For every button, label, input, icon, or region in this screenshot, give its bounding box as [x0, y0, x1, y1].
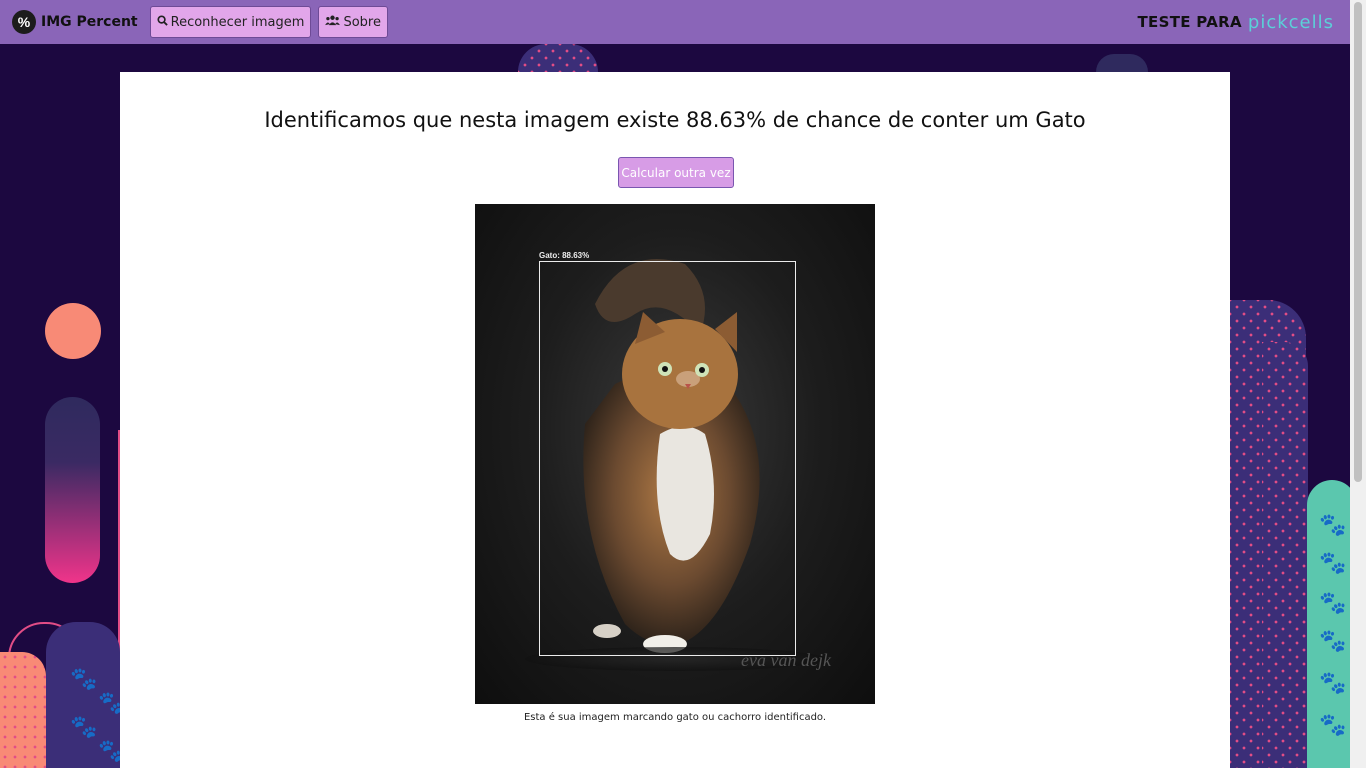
calculate-again-button[interactable]: Calcular outra vez [618, 157, 734, 188]
scrollbar-thumb[interactable] [1354, 2, 1362, 482]
decorative-dotted-pill-right-2 [1262, 342, 1308, 768]
teste-para-label: TESTE PARA [1137, 13, 1242, 31]
decorative-coral-dotted-pill [0, 652, 46, 768]
decorative-bump-top-right [1096, 54, 1148, 72]
about-label: Sobre [343, 14, 381, 30]
decorative-coral-circle [45, 303, 101, 359]
image-caption: Esta é sua imagem marcando gato ou cacho… [523, 712, 827, 723]
paw-icon: 🐾 [1319, 670, 1347, 695]
detection-label: Gato: 88.63% [539, 251, 590, 260]
result-title: Identificamos que nesta imagem existe 88… [264, 108, 1086, 132]
page-scrollbar[interactable] [1350, 0, 1366, 768]
paw-icon: 🐾 [1319, 712, 1347, 737]
pickcells-logo[interactable]: pickcells [1248, 12, 1334, 33]
paw-icon: 🐾 [1319, 628, 1347, 653]
paw-icon: 🐾 [1319, 512, 1347, 537]
brand-title: IMG Percent [41, 14, 138, 30]
decorative-gradient-pill [45, 397, 100, 583]
recognize-image-button[interactable]: Reconhecer imagem [149, 6, 312, 38]
paw-icon: 🐾 [70, 666, 98, 691]
decorative-dotted-bump-top [518, 44, 598, 72]
annotated-cat-image: Gato: 88.63% eva van dejk [475, 204, 875, 704]
brand[interactable]: % IMG Percent [12, 10, 138, 34]
recognize-image-label: Reconhecer imagem [170, 14, 305, 30]
navbar: % IMG Percent Reconhecer imagem Sobre TE… [0, 0, 1350, 44]
about-button[interactable]: Sobre [318, 6, 388, 38]
detection-bounding-box [539, 261, 796, 656]
sponsor-area: TESTE PARA pickcells [1138, 12, 1338, 33]
search-icon [157, 15, 168, 29]
paw-icon: 🐾 [1319, 550, 1347, 575]
users-icon [325, 15, 341, 29]
result-card: Identificamos que nesta imagem existe 88… [120, 72, 1230, 768]
percent-logo-icon: % [12, 10, 36, 34]
paw-icon: 🐾 [70, 714, 98, 739]
photographer-watermark: eva van dejk [741, 650, 831, 670]
paw-icon: 🐾 [1319, 590, 1347, 615]
